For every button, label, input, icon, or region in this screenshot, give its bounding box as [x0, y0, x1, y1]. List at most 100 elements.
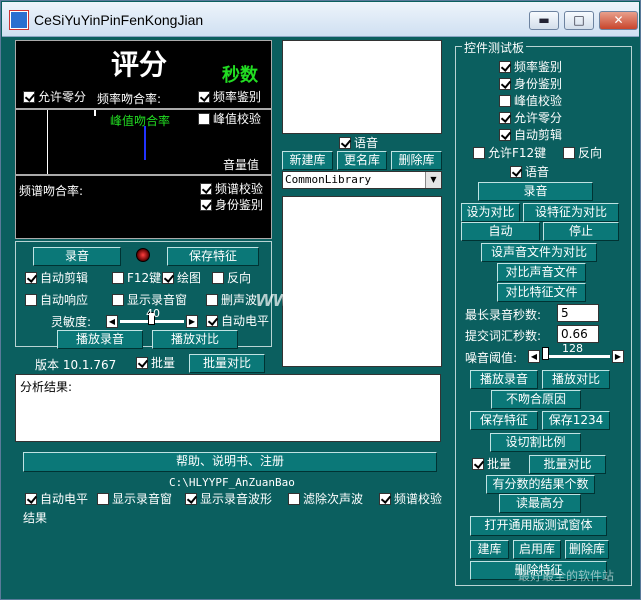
checkbox-icon — [499, 129, 511, 141]
auto-button[interactable]: 自动 — [461, 222, 540, 241]
score-title: 评分 — [111, 48, 168, 81]
set-feature-compare-button[interactable]: 设特征为对比 — [523, 203, 619, 222]
f12-checkbox[interactable]: F12键 — [112, 271, 161, 285]
tp-batch-compare-button[interactable]: 批量对比 — [529, 455, 606, 474]
filter-wave-checkbox[interactable]: 滤除次声波 — [288, 492, 363, 506]
chevron-down-icon[interactable]: ▼ — [425, 172, 441, 188]
stop-button[interactable]: 停止 — [543, 222, 619, 241]
checkbox-icon — [25, 493, 37, 505]
score-results-count-button[interactable]: 有分数的结果个数 — [486, 475, 595, 494]
sensitivity-slider[interactable]: ◀ 40 ▶ — [106, 307, 198, 328]
new-library-button[interactable]: 新建库 — [282, 151, 333, 170]
analysis-result-box[interactable]: 分析结果: — [15, 374, 441, 442]
show-wave-checkbox[interactable]: 显示录音波形 — [185, 492, 272, 506]
bottom-auto-level-checkbox[interactable]: 自动电平 — [25, 492, 88, 506]
checkbox-icon — [97, 493, 109, 505]
tp-auto-clip-checkbox[interactable]: 自动剪辑 — [499, 128, 562, 142]
tp-delete-library-button[interactable]: 删除库 — [565, 540, 609, 559]
mismatch-reason-button[interactable]: 不吻合原因 — [491, 390, 581, 409]
library-select[interactable]: CommonLibrary ▼ — [282, 171, 442, 189]
play-compare-button[interactable]: 播放对比 — [152, 330, 238, 349]
noise-threshold-slider[interactable]: ◀ 128 ▶ — [528, 342, 624, 363]
show-record-window-checkbox[interactable]: 显示录音窗 — [112, 293, 187, 307]
version-label: 版本 10.1.767 — [35, 358, 117, 372]
peak-marker — [94, 110, 96, 116]
compare-sound-file-button[interactable]: 对比声音文件 — [497, 263, 586, 282]
bottom-show-record-window-checkbox[interactable]: 显示录音窗 — [97, 492, 172, 506]
peak-verify-checkbox[interactable]: 峰值校验 — [198, 112, 261, 126]
allow-zero-checkbox[interactable]: 允许零分 — [23, 90, 86, 104]
bottom-spectrum-verify-checkbox[interactable]: 频谱校验 — [379, 492, 442, 506]
delete-sound-checkbox[interactable]: 删声波 — [206, 293, 257, 307]
compare-feature-file-button[interactable]: 对比特征文件 — [497, 283, 586, 302]
delete-library-button[interactable]: 删除库 — [391, 151, 442, 170]
checkbox-icon — [200, 183, 212, 195]
checkbox-icon — [198, 113, 210, 125]
plot-checkbox[interactable]: 绘图 — [162, 271, 201, 285]
tp-batch-checkbox[interactable]: 批量 — [472, 457, 511, 471]
auto-clip-checkbox[interactable]: 自动剪辑 — [25, 271, 88, 285]
batch-compare-button[interactable]: 批量对比 — [189, 354, 265, 373]
tp-play-record-button[interactable]: 播放录音 — [470, 370, 538, 389]
apply-library-button[interactable]: 启用库 — [513, 540, 561, 559]
tp-peak-verify-checkbox[interactable]: 峰值校验 — [499, 94, 562, 108]
tp-allow-f12-checkbox[interactable]: 允许F12键 — [473, 146, 546, 160]
set-compare-button[interactable]: 设为对比 — [461, 203, 520, 222]
checkbox-icon — [25, 294, 37, 306]
record-button[interactable]: 录音 — [33, 247, 121, 266]
tp-save-feature-button[interactable]: 保存特征 — [470, 411, 538, 430]
submit-vocab-seconds-input[interactable]: 0.66 — [557, 325, 599, 343]
submit-vocab-seconds-label: 提交词汇秒数: — [465, 329, 542, 343]
close-button[interactable]: ✕ — [599, 11, 638, 30]
identity-checkbox[interactable]: 身份鉴别 — [200, 198, 263, 212]
slider-right-arrow-icon[interactable]: ▶ — [612, 350, 624, 363]
checkbox-icon — [25, 272, 37, 284]
analysis-label: 分析结果: — [20, 380, 73, 394]
reverse-checkbox[interactable]: 反向 — [212, 271, 251, 285]
peak-display: 峰值吻合率 峰值校验 音量值 — [15, 109, 272, 175]
open-generic-window-button[interactable]: 打开通用版测试窗体 — [470, 516, 607, 536]
help-button[interactable]: 帮助、说明书、注册 — [23, 452, 437, 472]
tp-freq-identify-checkbox[interactable]: 频率鉴别 — [499, 60, 562, 74]
rename-library-button[interactable]: 更名库 — [337, 151, 387, 170]
sensitivity-value: 40 — [146, 307, 160, 320]
slider-left-arrow-icon[interactable]: ◀ — [528, 350, 540, 363]
checkbox-icon — [112, 272, 124, 284]
app-icon — [9, 10, 29, 30]
tp-voice-checkbox[interactable]: 语音 — [510, 165, 549, 179]
slider-right-arrow-icon[interactable]: ▶ — [186, 315, 198, 328]
tp-reverse-checkbox[interactable]: 反向 — [563, 146, 602, 160]
checkbox-icon — [200, 199, 212, 211]
tp-record-button[interactable]: 录音 — [478, 182, 593, 201]
slider-left-arrow-icon[interactable]: ◀ — [106, 315, 118, 328]
checkbox-icon — [206, 315, 218, 327]
library-voice-checkbox[interactable]: 语音 — [339, 136, 378, 150]
peak-bar — [144, 126, 146, 160]
title-bar: CeSiYuYinPinFenKongJian ▬ □ ✕ — [2, 2, 639, 37]
maximize-button[interactable]: □ — [564, 11, 594, 30]
auto-response-checkbox[interactable]: 自动响应 — [25, 293, 88, 307]
read-highest-button[interactable]: 读最高分 — [499, 494, 581, 513]
save-1234-button[interactable]: 保存1234 — [542, 411, 610, 430]
play-record-button[interactable]: 播放录音 — [57, 330, 143, 349]
tp-play-compare-button[interactable]: 播放对比 — [542, 370, 610, 389]
auto-level-checkbox[interactable]: 自动电平 — [206, 314, 269, 328]
checkbox-icon — [206, 294, 218, 306]
result-label: 结果 — [23, 511, 48, 525]
batch-checkbox[interactable]: 批量 — [136, 356, 175, 370]
tp-identity-checkbox[interactable]: 身份鉴别 — [499, 77, 562, 91]
score-display: 评分 秒数 允许零分 频率吻合率: 频率鉴别 — [15, 40, 272, 109]
set-sound-file-compare-button[interactable]: 设声音文件为对比 — [481, 243, 597, 262]
build-library-button[interactable]: 建库 — [470, 540, 509, 559]
slider-thumb[interactable] — [542, 347, 549, 360]
peak-match-label: 峰值吻合率 — [110, 114, 171, 128]
max-record-seconds-label: 最长录音秒数: — [465, 308, 542, 322]
library-list[interactable] — [282, 196, 442, 367]
set-cut-ratio-button[interactable]: 设切割比例 — [490, 433, 581, 452]
minimize-button[interactable]: ▬ — [529, 11, 559, 30]
spectrum-verify-checkbox[interactable]: 频谱校验 — [200, 182, 263, 196]
tp-allow-zero-checkbox[interactable]: 允许零分 — [499, 111, 562, 125]
max-record-seconds-input[interactable]: 5 — [557, 304, 599, 322]
freq-identify-checkbox[interactable]: 频率鉴别 — [198, 90, 261, 104]
save-feature-button[interactable]: 保存特征 — [167, 247, 259, 266]
